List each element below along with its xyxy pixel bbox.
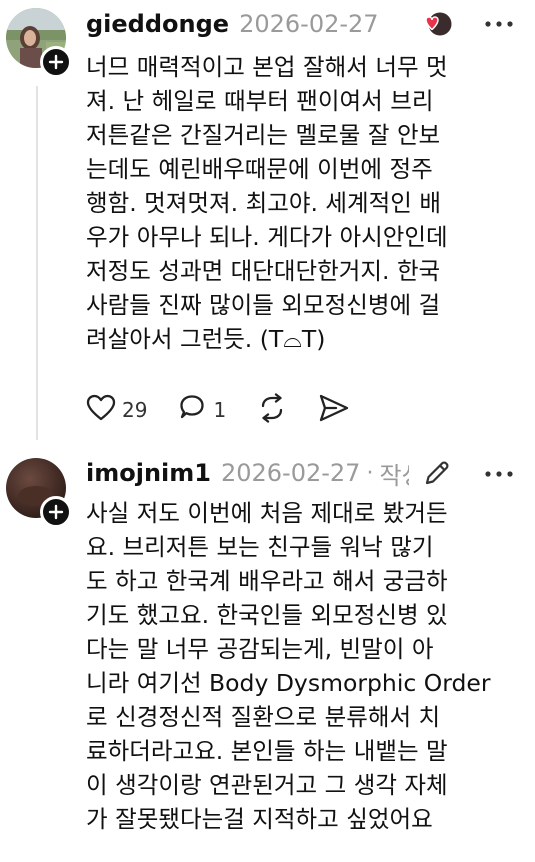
reply-button[interactable]: 1 — [177, 394, 226, 426]
share-icon — [318, 393, 350, 427]
repost-icon — [256, 393, 288, 427]
comment-line: 져. 난 헤일로 때부터 팬이여서 브리 — [86, 87, 434, 115]
username[interactable]: gieddonge — [86, 10, 229, 38]
edit-icon[interactable] — [422, 458, 452, 492]
share-button[interactable] — [318, 393, 350, 427]
comment-line: 저튼같은 간질거리는 멜로물 잘 안보 — [86, 121, 441, 149]
follow-plus-icon[interactable] — [40, 496, 72, 528]
action-bar: 29 1 — [86, 392, 380, 428]
like-count: 29 — [122, 398, 148, 422]
author-tag: 작성자 — [379, 461, 409, 490]
comment-line: 려살아서 그런듯. (T⌓T) — [86, 325, 326, 353]
comment-line: 사람들 진짜 많이들 외모정신병에 걸 — [86, 291, 441, 319]
comment-line: 우가 아무나 되나. 게다가 아시안인데 — [86, 223, 448, 251]
comment-body: 너므 매력적이고 본업 잘해서 너무 멋 져. 난 헤일로 때부터 팬이여서 브… — [86, 50, 526, 356]
comment-line: 너므 매력적이고 본업 잘해서 너무 멋 — [86, 53, 448, 81]
comment-line: 도 하고 한국계 배우라고 해서 궁금하 — [86, 567, 448, 595]
comment-line: 이 생각이랑 연관된거고 그 생각 자체 — [86, 771, 448, 799]
comment-line: 기도 했고요. 한국인들 외모정신병 있 — [86, 601, 448, 629]
comment-header: gieddonge 2026-02-27 — [86, 6, 379, 42]
heart-icon — [86, 394, 116, 426]
thread-line — [36, 86, 38, 440]
comment-line: 행함. 멋져멋져. 최고야. 세계적인 배 — [86, 189, 441, 217]
comment-line: 로 신경정신적 질환으로 분류해서 치 — [86, 703, 441, 731]
reply-icon — [177, 394, 207, 426]
comment-line: 니라 여기선 Body Dysmorphic Order — [86, 669, 491, 697]
follow-plus-icon[interactable] — [40, 46, 72, 78]
like-button[interactable]: 29 — [86, 394, 147, 426]
more-icon[interactable] — [482, 12, 516, 40]
comment-header: imojnim1 2026-02-27 · 작성자 — [86, 455, 409, 491]
more-icon[interactable] — [482, 462, 516, 490]
repost-button[interactable] — [256, 393, 288, 427]
comment-line: 다는 말 너무 공감되는게, 빈말이 아 — [86, 635, 434, 663]
separator-dot: · — [366, 460, 374, 486]
comment-line: 는데도 예린배우때문에 이번에 정주 — [86, 155, 433, 183]
comment-line: 사실 저도 이번에 처음 제대로 봤거든 — [86, 499, 448, 527]
timestamp: 2026-02-27 — [220, 459, 361, 487]
comment-body: 사실 저도 이번에 처음 제대로 봤거든 요. 브리저튼 보는 친구들 워낙 많… — [86, 496, 526, 836]
comment-line: 가 잘못됐다는걸 지적하고 싶었어요 — [86, 805, 433, 833]
timestamp: 2026-02-27 — [239, 10, 379, 38]
username[interactable]: imojnim1 — [86, 459, 211, 487]
comment-line: 료하더라고요. 본인들 하는 내뱉는 말 — [86, 737, 448, 765]
like-reaction-indicator — [416, 10, 456, 44]
comment-line: 요. 브리저튼 보는 친구들 워낙 많기 — [86, 533, 434, 561]
comment-line: 저정도 성과면 대단대단한거지. 한국 — [86, 257, 441, 285]
reply-count: 1 — [213, 398, 227, 422]
